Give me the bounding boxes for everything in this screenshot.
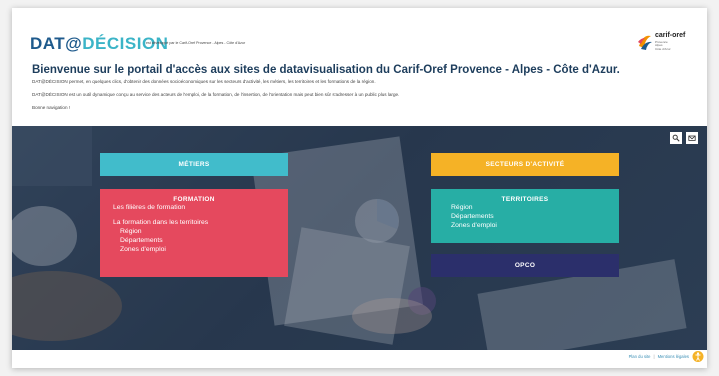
page-frame: DAT@DÉCISION est développé par le Carif-… [12,8,707,368]
formation-tile: FORMATION Les filières de formation La f… [100,189,288,277]
link-formation-zones-emploi[interactable]: Zones d'emploi [120,245,288,254]
link-territoires-zones-emploi[interactable]: Zones d'emploi [451,221,619,230]
logo-part-1: DAT@ [30,34,83,53]
carif-oref-name: carif-oref [655,32,686,39]
carif-oref-logo[interactable]: carif-oref Provence Alpes Côte d'Azur [637,30,689,56]
legal-link[interactable]: Mentions légales [658,354,689,359]
intro-paragraph-2: DAT@DÉCISION est un outil dynamique conç… [32,92,400,97]
page-title: Bienvenue sur le portail d'accès aux sit… [32,64,620,76]
carif-oref-tagline-3: Côte d'Azur [655,46,671,51]
link-formation-departements[interactable]: Départements [120,236,288,245]
metiers-tile[interactable]: MÉTIERS [100,153,288,176]
mail-button[interactable] [686,132,698,144]
opco-tile[interactable]: OPCO [431,254,619,277]
link-territoires-departements[interactable]: Départements [451,212,619,221]
carif-oref-mark-icon [638,35,652,50]
mail-icon [688,135,696,141]
link-filieres-formation[interactable]: Les filières de formation [113,203,288,212]
logo-subtitle: est développé par le Carif-Oref Provence… [146,41,246,45]
link-formation-territoires[interactable]: La formation dans les territoires [113,218,288,227]
territoires-tile: TERRITOIRES Région Départements Zones d'… [431,189,619,243]
header: DAT@DÉCISION est développé par le Carif-… [12,8,707,126]
intro-paragraph-1: DAT@DÉCISION permet, en quelques clics, … [32,79,376,84]
territoires-title[interactable]: TERRITOIRES [431,196,619,203]
link-formation-region[interactable]: Région [120,227,288,236]
search-icon [672,134,680,142]
footer: Plan du site | Mentions légales [12,350,707,368]
footer-links: Plan du site | Mentions légales [629,354,689,359]
opco-title: OPCO [514,262,536,269]
metiers-title: MÉTIERS [178,161,210,168]
intro-paragraph-3: Bonne navigation ! [32,105,71,110]
search-button[interactable] [670,132,682,144]
secteurs-activite-tile[interactable]: SECTEURS D'ACTIVITÉ [431,153,619,176]
accessibility-icon[interactable] [692,349,704,363]
sitemap-link[interactable]: Plan du site [629,354,651,359]
hero-banner: MÉTIERS FORMATION Les filières de format… [12,126,707,350]
secteurs-activite-title: SECTEURS D'ACTIVITÉ [485,161,565,168]
footer-separator: | [653,354,655,359]
formation-title[interactable]: FORMATION [100,196,288,203]
link-territoires-region[interactable]: Région [451,203,619,212]
carif-oref-tagline: Provence Alpes Côte d'Azur [655,40,671,51]
